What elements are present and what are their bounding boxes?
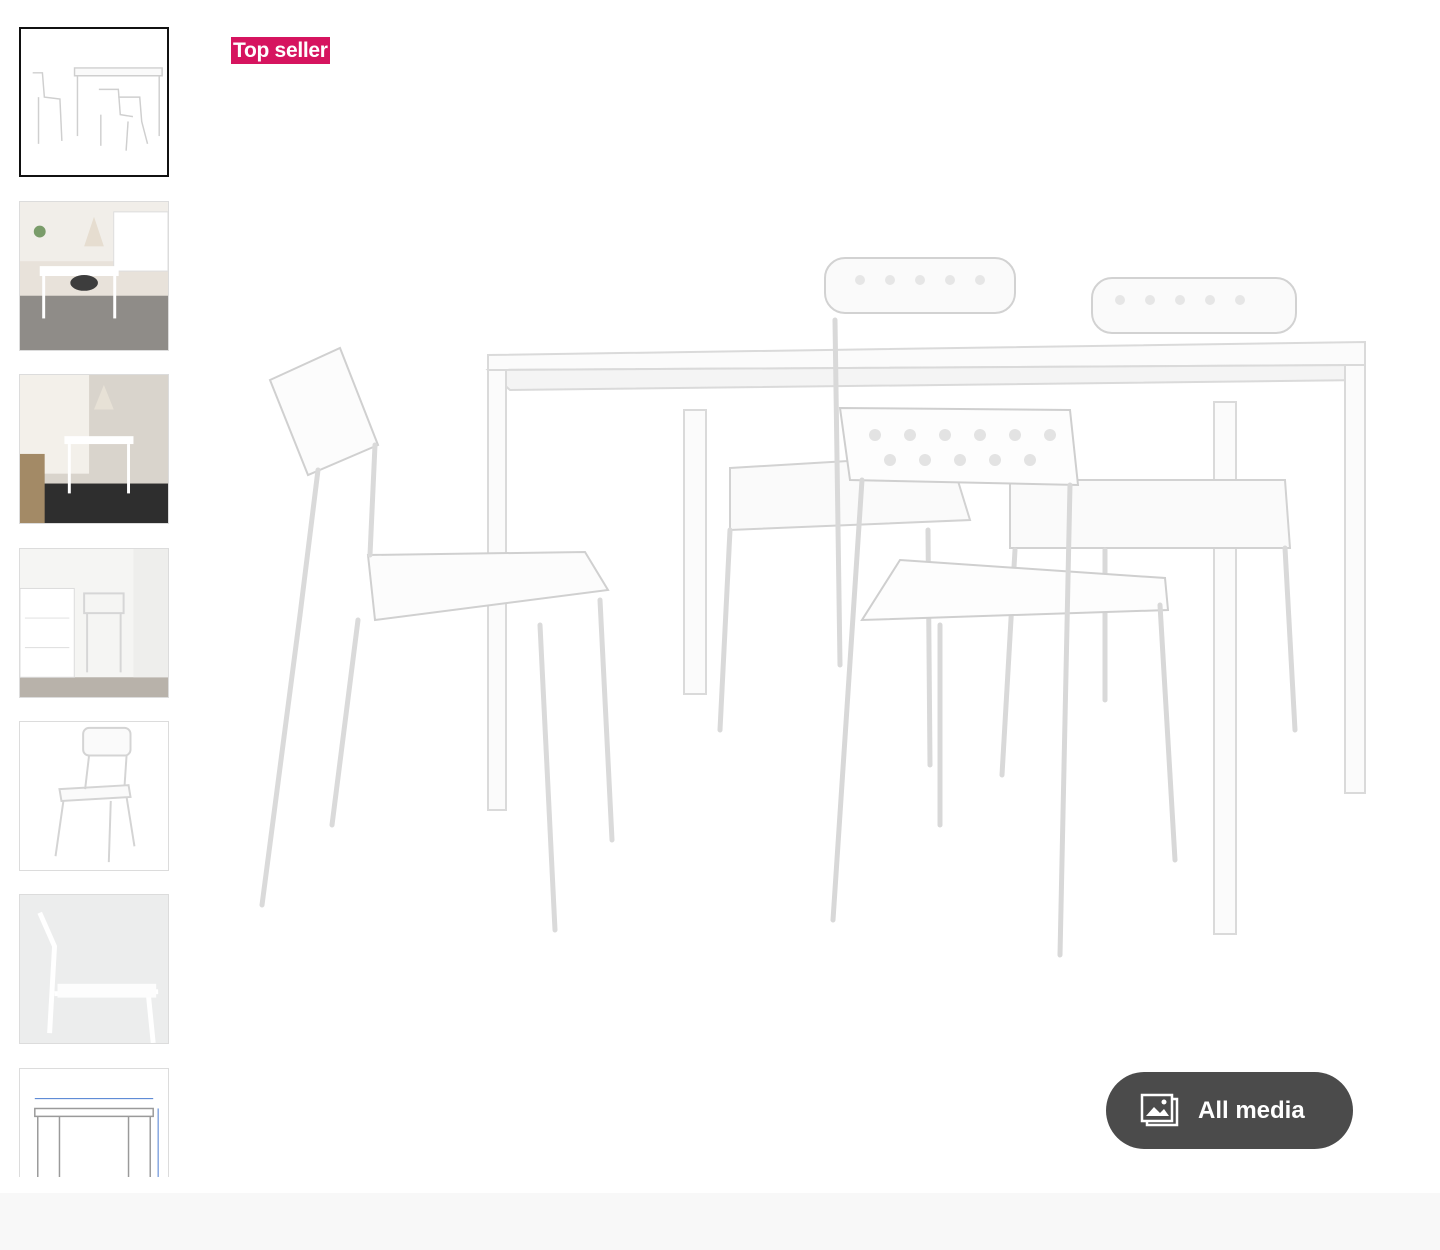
thumbnail-chair-detail[interactable] (19, 894, 169, 1044)
thumbnail-product-white[interactable] (19, 27, 169, 177)
top-seller-badge: Top seller (231, 37, 330, 64)
page-section-divider (0, 1193, 1440, 1250)
image-gallery-icon (1140, 1093, 1180, 1129)
thumbnail-list (19, 27, 171, 1177)
thumbnail-kitchen-scene-2[interactable] (19, 374, 169, 524)
thumbnail-stacked-chairs[interactable] (19, 548, 169, 698)
all-media-button[interactable]: All media (1106, 1072, 1353, 1149)
thumbnail-kitchen-scene-1[interactable] (19, 201, 169, 351)
thumbnail-dimensions-drawing[interactable] (19, 1068, 169, 1177)
thumbnail-single-chair[interactable] (19, 721, 169, 871)
main-product-image[interactable] (250, 230, 1400, 1030)
all-media-label: All media (1198, 1096, 1305, 1124)
